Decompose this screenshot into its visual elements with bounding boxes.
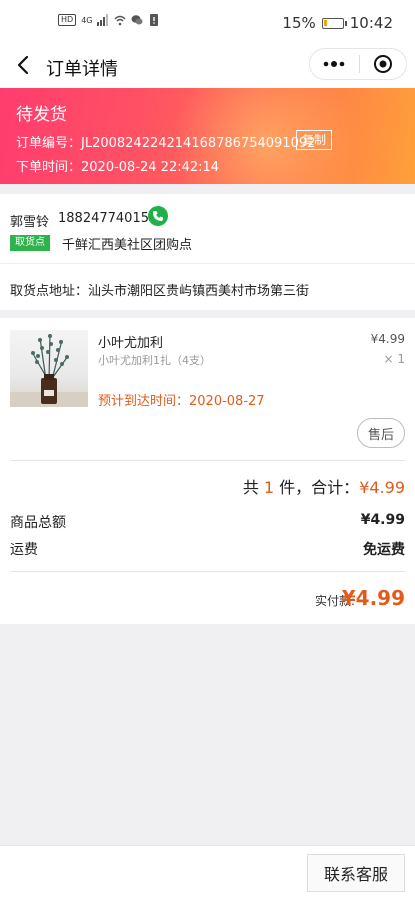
product-spec: 小叶尤加利1扎（4支） <box>98 354 211 367</box>
buyer-name: 郭雪铃 <box>10 215 50 230</box>
hd-indicator: HD <box>58 14 77 26</box>
wifi-icon <box>114 15 127 26</box>
phone-icon <box>153 211 163 221</box>
buyer-phone: 18824774015 <box>58 211 149 226</box>
total-amount: ¥4.99 <box>359 478 405 497</box>
divider <box>10 460 405 461</box>
paid-amount: ¥4.99 <box>341 586 405 610</box>
nav-bar: 订单详情 <box>0 46 415 88</box>
product-price: ¥4.99 <box>370 332 405 346</box>
product-quantity: × 1 <box>383 352 405 366</box>
goods-section: 小叶尤加利 ¥4.99 小叶尤加利1扎（4支） × 1 预计到达时间：2020-… <box>0 318 415 624</box>
product-image[interactable] <box>10 330 88 407</box>
battery-level <box>323 19 327 26</box>
copy-order-number-button[interactable]: 复制 <box>296 130 333 150</box>
after-sale-button[interactable]: 售后 <box>357 418 405 448</box>
eucalyptus-vase-image <box>10 333 88 407</box>
sim-alert-icon <box>150 14 159 26</box>
total-middle: 件，合计： <box>274 478 360 497</box>
divider <box>10 571 405 572</box>
close-miniprogram-button[interactable] <box>360 48 406 80</box>
battery-icon <box>321 17 347 29</box>
pickup-address: 取货点地址：汕头市潮阳区贵屿镇西美村市场第三街 <box>0 264 415 310</box>
target-close-icon <box>373 55 392 73</box>
pickup-point-tag: 取货点 <box>10 235 50 251</box>
bottom-action-bar: 联系客服 <box>0 845 415 899</box>
signal-label: 4G <box>81 15 93 25</box>
goods-total-label: 商品总额 <box>10 515 66 531</box>
total-prefix: 共 <box>242 478 264 497</box>
order-number: 订单编号：JL20082422421416878675409​1092 <box>16 136 316 151</box>
goods-total-value: ¥4.99 <box>360 512 405 528</box>
more-dots-icon <box>324 61 345 67</box>
pickup-point-name: 千鲜汇西美社区团购点 <box>62 238 193 253</box>
status-bar: HD 4G 15% 10:42 <box>0 0 415 46</box>
total-item-count: 1 <box>263 478 275 497</box>
clock: 10:42 <box>349 14 393 32</box>
back-arrow-icon <box>17 55 29 75</box>
shipping-value: 免运费 <box>363 542 405 558</box>
back-button[interactable] <box>12 53 36 77</box>
order-time: 下单时间：2020-08-24 22:42:14 <box>16 160 220 175</box>
order-status: 待发货 <box>16 105 67 125</box>
call-button[interactable] <box>148 206 168 226</box>
wechat-notification-icon <box>131 15 143 25</box>
order-total-line: 共 1 件，合计：¥4.99 <box>243 474 405 498</box>
pickup-address-text: 取货点地址：汕头市潮阳区贵屿镇西美村市场第三街 <box>10 284 310 299</box>
contact-customer-service-button[interactable]: 联系客服 <box>307 854 405 892</box>
status-icons-left: HD 4G <box>58 14 160 26</box>
order-status-banner: 待发货 订单编号：JL20082422421416878675409​1092 … <box>0 88 415 184</box>
product-title: 小叶尤加利 <box>98 336 164 351</box>
battery-percent: 15% <box>282 14 316 32</box>
shipping-label: 运费 <box>10 542 38 558</box>
status-icons-right: 15% 10:42 <box>282 14 393 32</box>
estimated-arrival: 预计到达时间：2020-08-27 <box>98 394 265 409</box>
more-button[interactable] <box>310 48 359 80</box>
buyer-info: 郭雪铃 18824774015 取货点 千鲜汇西美社区团购点 <box>0 194 415 264</box>
signal-icon <box>97 14 109 26</box>
miniprogram-capsule <box>309 48 407 80</box>
page-title: 订单详情 <box>46 59 118 80</box>
